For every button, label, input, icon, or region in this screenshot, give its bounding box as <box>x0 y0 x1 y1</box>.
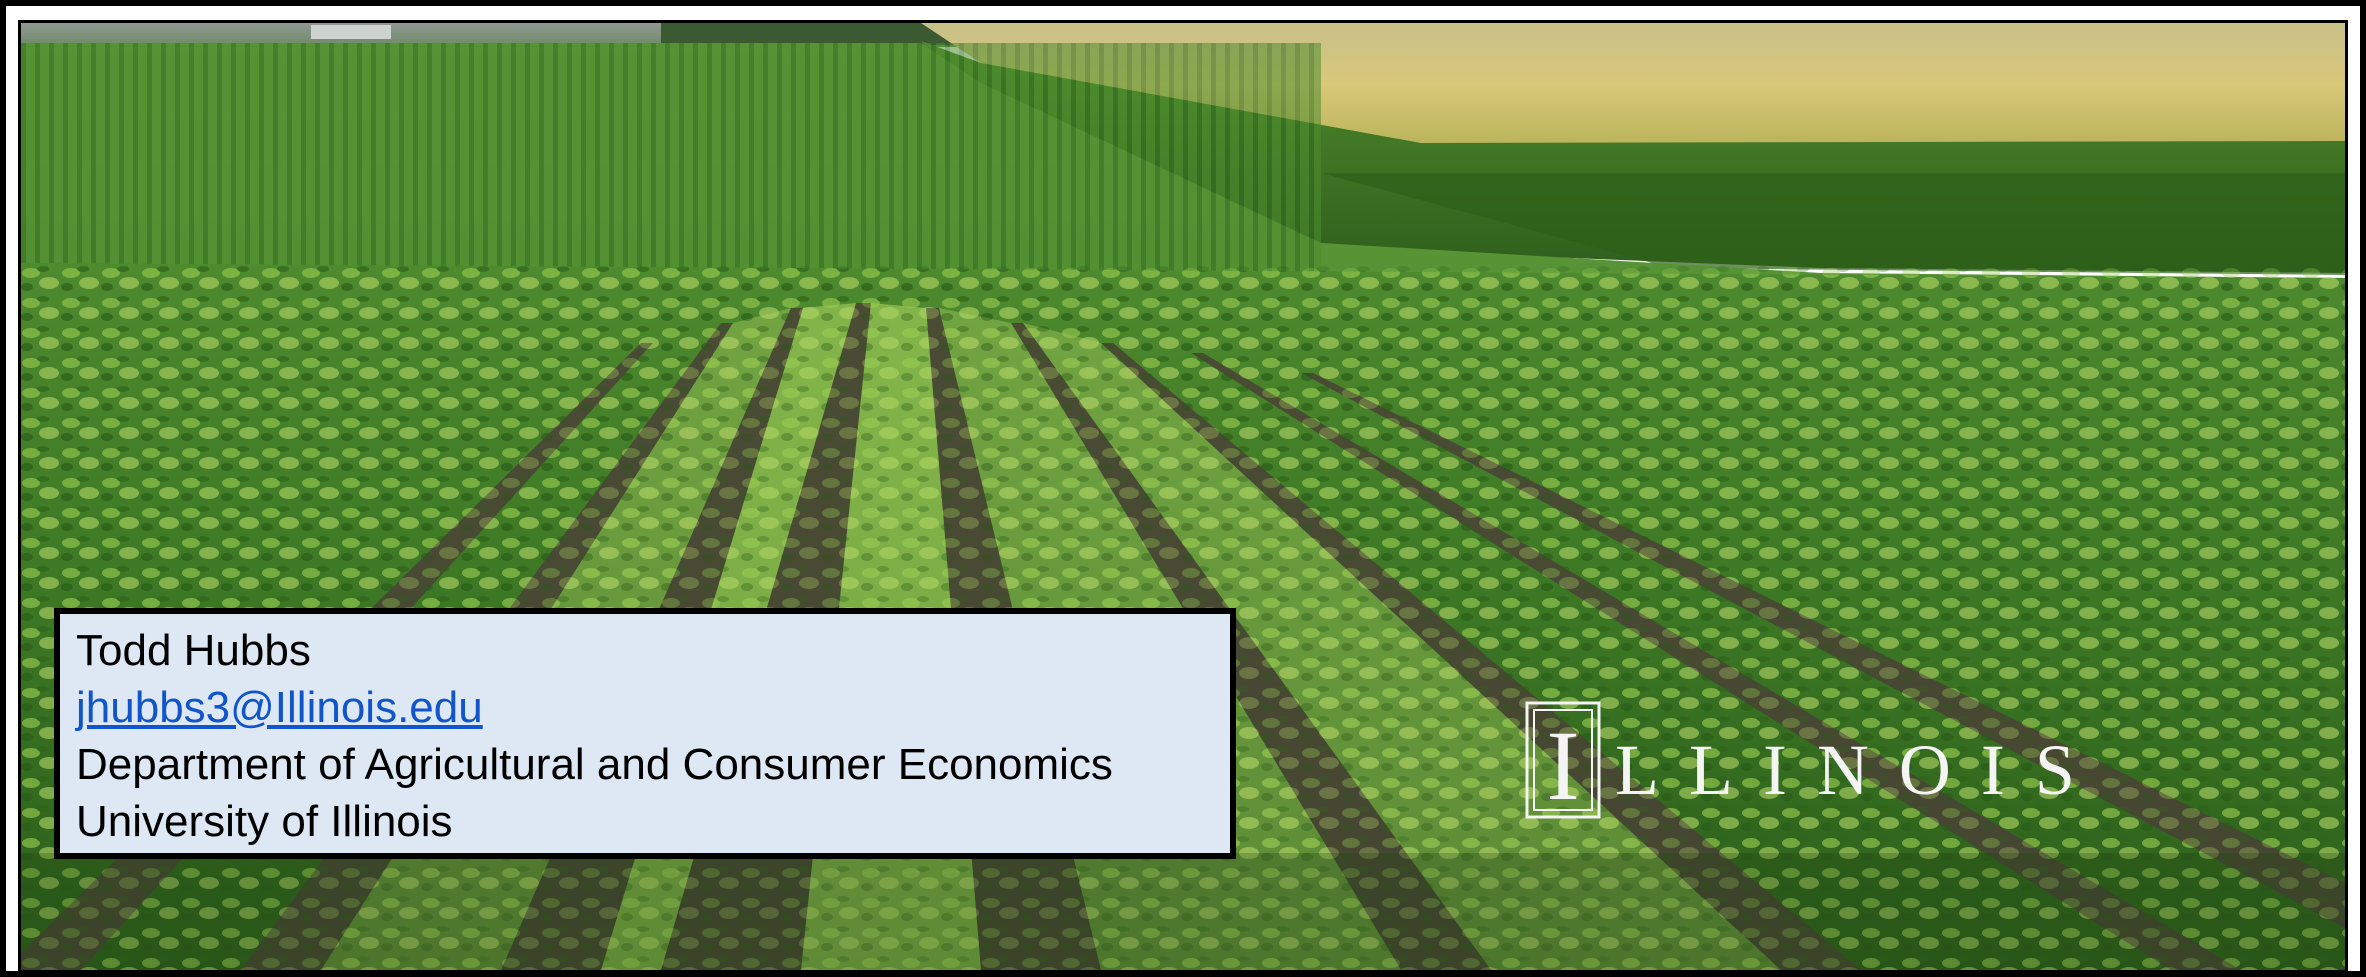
slide-inner-frame: Todd Hubbs jhubbs3@Illinois.edu Departme… <box>18 20 2348 973</box>
illinois-block-i-icon: I <box>1525 701 1601 819</box>
illinois-wordmark: LLINOIS <box>1615 730 2105 810</box>
illinois-logo: I LLINOIS <box>1525 701 2145 831</box>
logo-mark-letter: I <box>1546 710 1579 819</box>
university-name: University of Illinois <box>76 797 453 846</box>
email-link[interactable]: jhubbs3@Illinois.edu <box>76 679 1230 736</box>
presenter-name: Todd Hubbs <box>76 626 311 675</box>
slide-frame: Todd Hubbs jhubbs3@Illinois.edu Departme… <box>0 0 2366 977</box>
department-name: Department of Agricultural and Consumer … <box>76 740 1113 789</box>
contact-info-box: Todd Hubbs jhubbs3@Illinois.edu Departme… <box>54 608 1236 859</box>
